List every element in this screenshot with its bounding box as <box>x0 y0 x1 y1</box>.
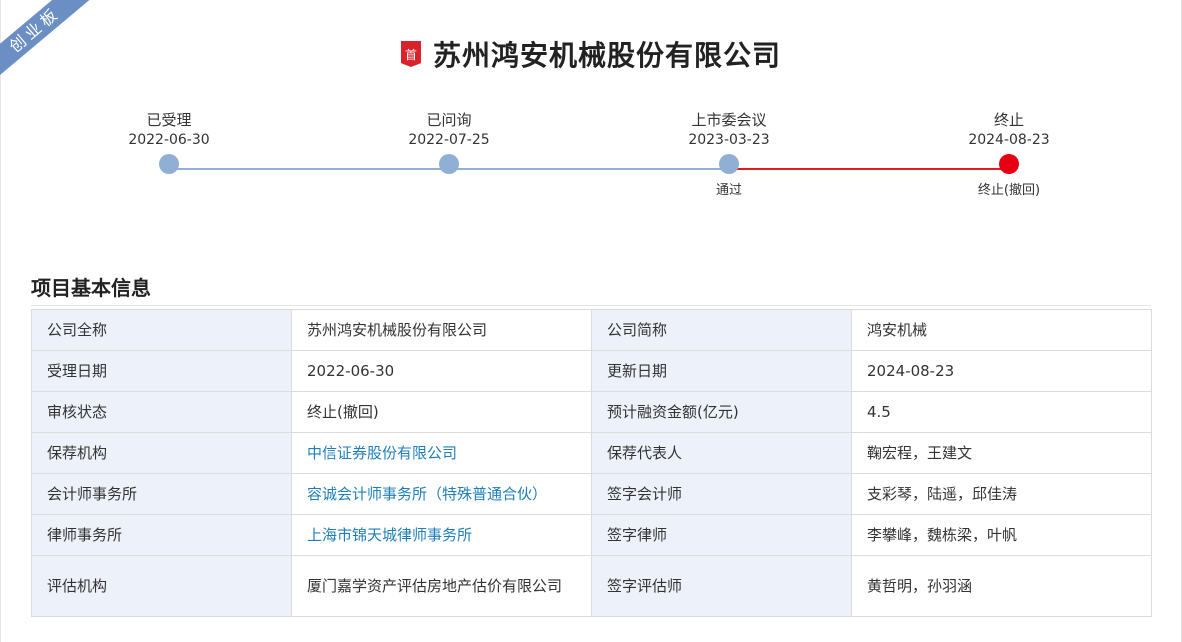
accounting-firm-cell: 容诚会计师事务所（特殊普通合伙） <box>291 473 592 515</box>
timeline-dot-icon <box>159 154 179 174</box>
timeline-step-date: 2024-08-23 <box>968 132 1050 148</box>
accounting-firm-link[interactable]: 容诚会计师事务所（特殊普通合伙） <box>307 485 547 503</box>
field-value: 苏州鸿安机械股份有限公司 <box>291 309 592 351</box>
law-firm-cell: 上海市锦天城律师事务所 <box>291 514 592 556</box>
field-label: 预计融资金额(亿元) <box>591 391 852 433</box>
timeline-step-label: 已受理 <box>146 111 192 129</box>
timeline-terminated-dot-icon <box>999 154 1019 174</box>
field-value: 2024-08-23 <box>851 350 1152 392</box>
field-label: 受理日期 <box>31 350 292 392</box>
field-label: 保荐机构 <box>31 432 292 474</box>
field-value: 4.5 <box>851 391 1152 433</box>
law-firm-link[interactable]: 上海市锦天城律师事务所 <box>307 526 472 544</box>
field-value: 支彩琴，陆遥，邱佳涛 <box>851 473 1152 515</box>
review-timeline: 已受理 2022-06-30 已问询 2022-07-25 上市委会议 2023… <box>0 110 1182 220</box>
table-row: 受理日期 2022-06-30 更新日期 2024-08-23 <box>31 350 1152 392</box>
timeline-step-inquiry: 已问询 2022-07-25 <box>369 110 529 174</box>
sponsor-link[interactable]: 中信证券股份有限公司 <box>307 444 457 462</box>
timeline-step-date: 2023-03-23 <box>688 132 770 148</box>
timeline-step-label: 已问询 <box>426 111 472 129</box>
timeline-step-accepted: 已受理 2022-06-30 <box>89 110 249 174</box>
sponsor-cell: 中信证券股份有限公司 <box>291 432 592 474</box>
timeline-step-label: 终止 <box>993 111 1024 129</box>
timeline-dot-icon <box>439 154 459 174</box>
table-row: 评估机构 厦门嘉学资产评估房地产估价有限公司 签字评估师 黄哲明，孙羽涵 <box>31 555 1152 617</box>
timeline-step-terminated: 终止 2024-08-23 终止(撤回) <box>929 110 1089 200</box>
timeline-step-status: 通过 <box>715 183 742 198</box>
section-title: 项目基本信息 <box>31 276 151 300</box>
table-row: 律师事务所 上海市锦天城律师事务所 签字律师 李攀峰，魏栋梁，叶帆 <box>31 514 1152 556</box>
timeline-step-date: 2022-07-25 <box>408 132 490 148</box>
field-value: 2022-06-30 <box>291 350 592 392</box>
timeline-step-listing-committee: 上市委会议 2023-03-23 通过 <box>649 110 809 200</box>
field-label: 审核状态 <box>31 391 292 433</box>
field-label: 公司简称 <box>591 309 852 351</box>
field-label: 签字律师 <box>591 514 852 556</box>
field-value: 鸿安机械 <box>851 309 1152 351</box>
field-label: 保荐代表人 <box>591 432 852 474</box>
table-row: 公司全称 苏州鸿安机械股份有限公司 公司简称 鸿安机械 <box>31 309 1152 351</box>
company-title: 苏州鸿安机械股份有限公司 <box>432 39 781 72</box>
project-info-table: 公司全称 苏州鸿安机械股份有限公司 公司简称 鸿安机械 受理日期 2022-06… <box>31 309 1152 617</box>
field-value: 鞠宏程，王建文 <box>851 432 1152 474</box>
field-label: 律师事务所 <box>31 514 292 556</box>
table-row: 审核状态 终止(撤回) 预计融资金额(亿元) 4.5 <box>31 391 1152 433</box>
field-label: 公司全称 <box>31 309 292 351</box>
field-label: 签字评估师 <box>591 555 852 617</box>
table-row: 会计师事务所 容诚会计师事务所（特殊普通合伙） 签字会计师 支彩琴，陆遥，邱佳涛 <box>31 473 1152 515</box>
field-label: 签字会计师 <box>591 473 852 515</box>
field-label: 更新日期 <box>591 350 852 392</box>
first-issue-badge-icon: 首 <box>400 41 421 67</box>
timeline-step-status: 终止(撤回) <box>977 183 1041 198</box>
field-label: 会计师事务所 <box>31 473 292 515</box>
field-value: 李攀峰，魏栋梁，叶帆 <box>851 514 1152 556</box>
timeline-step-date: 2022-06-30 <box>128 132 210 148</box>
page-header: 首 苏州鸿安机械股份有限公司 <box>0 34 1182 74</box>
table-row: 保荐机构 中信证券股份有限公司 保荐代表人 鞠宏程，王建文 <box>31 432 1152 474</box>
timeline-dot-icon <box>719 154 739 174</box>
field-label: 评估机构 <box>31 555 292 617</box>
field-value: 黄哲明，孙羽涵 <box>851 555 1152 617</box>
section-divider <box>31 305 1151 306</box>
timeline-step-label: 上市委会议 <box>691 111 767 129</box>
field-value: 终止(撤回) <box>291 391 592 433</box>
field-value: 厦门嘉学资产评估房地产估价有限公司 <box>291 555 592 617</box>
